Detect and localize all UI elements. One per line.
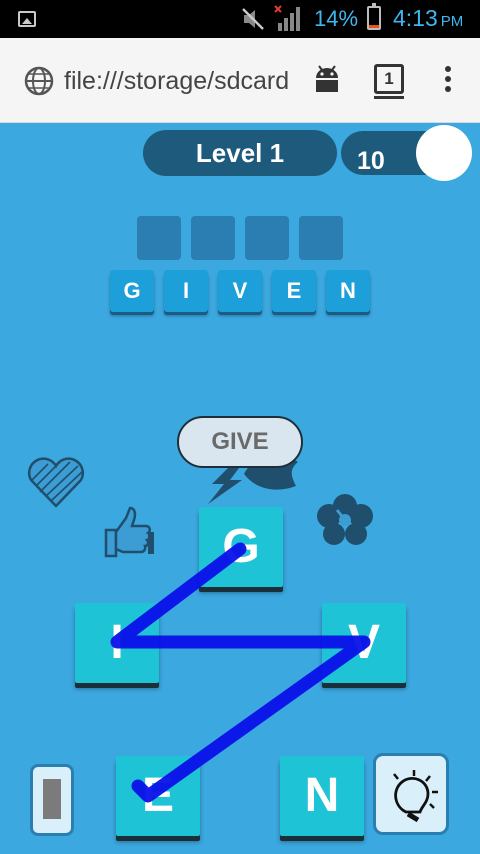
answer-slot <box>299 216 343 260</box>
battery-icon <box>367 3 381 30</box>
battery-percent: 14% <box>314 6 359 31</box>
overflow-menu-icon[interactable] <box>440 66 456 96</box>
status-bar: 14% 4:13 PM <box>0 0 480 38</box>
globe-icon <box>24 66 54 96</box>
bonus-letter-tile: N <box>326 270 370 312</box>
android-icon[interactable] <box>312 64 342 94</box>
thumbs-up-icon <box>104 506 154 558</box>
answer-slot <box>191 216 235 260</box>
bonus-letter-tile: G <box>110 270 154 312</box>
signal-icon <box>274 5 300 31</box>
letter-tile-n[interactable]: N <box>280 756 364 836</box>
heart-icon <box>27 457 85 508</box>
letter-tile-v[interactable]: V <box>322 603 406 683</box>
bonus-letter-tile: I <box>164 270 208 312</box>
clock: 4:13 PM <box>393 5 464 31</box>
browser-toolbar: file:///storage/sdcard 1 <box>0 38 480 123</box>
lightbulb-icon <box>393 770 438 823</box>
gallery-icon <box>18 11 36 27</box>
coins-count: 10 <box>357 147 385 175</box>
coin-icon[interactable] <box>416 125 472 181</box>
bonus-letter-tile: V <box>218 270 262 312</box>
letter-tile-g[interactable]: G <box>199 507 283 587</box>
level-indicator: Level 1 <box>143 130 337 176</box>
answer-slot <box>245 216 289 260</box>
letter-tile-e[interactable]: E <box>116 756 200 836</box>
tab-switcher-button[interactable]: 1 <box>374 64 404 99</box>
shuffle-button[interactable] <box>30 764 74 836</box>
hint-bulb-button[interactable] <box>373 753 449 835</box>
letter-tile-i[interactable]: I <box>75 603 159 683</box>
shuffle-icon <box>43 779 61 819</box>
hibiscus-icon <box>317 494 373 545</box>
current-word-bubble: GIVE <box>177 416 303 468</box>
bonus-letter-tile: E <box>272 270 316 312</box>
address-bar[interactable]: file:///storage/sdcard <box>64 66 296 96</box>
mute-icon <box>242 8 264 30</box>
answer-slot <box>137 216 181 260</box>
